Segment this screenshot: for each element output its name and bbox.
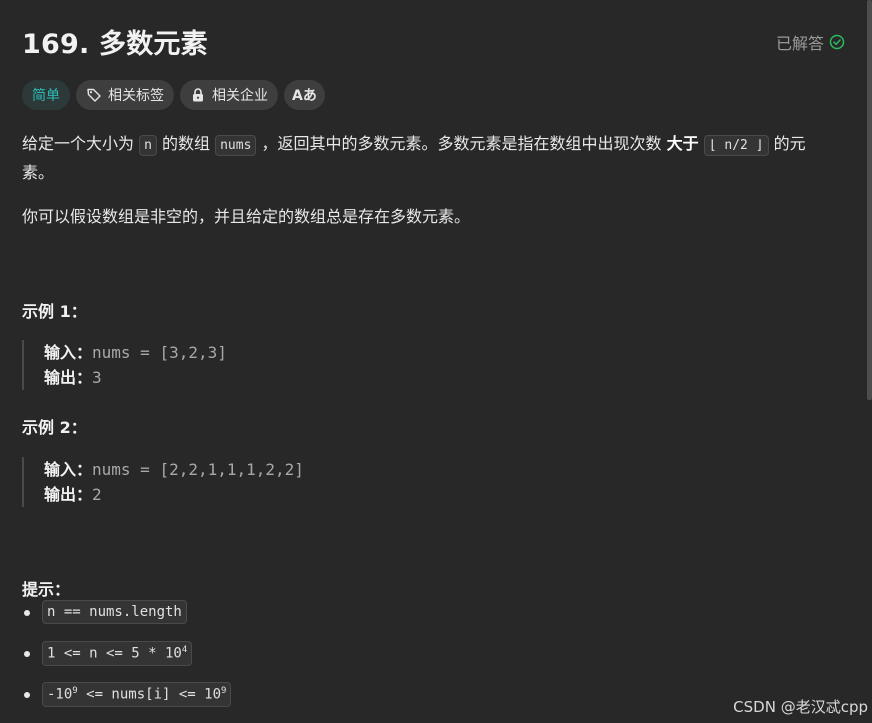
hint-text: 1 <= n <= 5 * 10 [47,645,182,662]
solved-label: 已解答 [775,34,824,53]
difficulty-tag[interactable]: 简单 [22,80,70,110]
related-tags-label: 相关标签 [108,88,164,104]
hint-item: 1 <= n <= 5 * 104 [22,641,231,682]
desc-text: ，返回其中的多数元素。多数元素是指在数组中出现次数 [256,134,667,153]
example-2-output: 2 [92,485,102,504]
example-2-title: 示例 2： [22,418,87,437]
hint-item: -109 <= nums[i] <= 109 [22,682,232,723]
example-2-input: nums = [2,2,1,1,1,2,2] [92,460,304,479]
output-label: 输出： [44,368,93,387]
problem-description: 给定一个大小为 n 的数组 nums ，返回其中的多数元素。多数元素是指在数组中… [22,130,822,247]
output-label: 输出： [44,485,93,504]
desc-text: 给定一个大小为 [22,134,140,153]
hints-list: n == nums.length 1 <= n <= 5 * 104 -109 … [22,600,232,723]
translate-button[interactable]: Aあ [284,80,325,110]
solved-status: 已解答 [776,30,845,54]
related-tags-button[interactable]: 相关标签 [76,80,174,110]
inline-code-floor: ⌊ n/2 ⌋ [703,135,769,156]
hint-text: -10 [47,686,73,703]
description-paragraph-1: 给定一个大小为 n 的数组 nums ，返回其中的多数元素。多数元素是指在数组中… [22,130,822,186]
hint-item: n == nums.length [22,600,231,641]
example-1-block: 输入：nums = [3,2,3] 输出：3 [22,340,227,390]
example-2-output-row: 输出：2 [44,482,304,507]
tag-icon [87,88,101,102]
hint-code-1: n == nums.length [42,600,187,624]
scrollbar[interactable] [867,0,872,400]
related-companies-label: 相关企业 [212,88,268,104]
hint-code-2: 1 <= n <= 5 * 104 [42,641,193,666]
bold-greater-than: 大于 [666,134,699,153]
example-1-input-row: 输入：nums = [3,2,3] [44,340,227,365]
related-companies-button[interactable]: 相关企业 [180,80,278,110]
example-1-title: 示例 1： [22,302,87,321]
inline-code-n: n [139,135,157,156]
example-2-block: 输入：nums = [2,2,1,1,1,2,2] 输出：2 [22,457,304,507]
hint-code-3: -109 <= nums[i] <= 109 [42,682,232,707]
description-paragraph-2: 你可以假设数组是非空的，并且给定的数组总是存在多数元素。 [22,207,471,226]
hint-sup: 4 [181,645,188,655]
input-label: 输入： [44,343,93,362]
example-1-output-row: 输出：3 [44,365,227,390]
check-circle-icon [829,34,845,50]
lock-icon [193,88,203,102]
translate-icon: Aあ [292,88,317,104]
desc-text: 的数组 [156,134,216,153]
difficulty-label: 简单 [32,88,60,104]
inline-code-nums: nums [215,135,257,156]
hint-sup: 9 [221,686,227,696]
input-label: 输入： [44,460,93,479]
hint-text: <= nums[i] <= 10 [77,686,222,703]
tag-bar: 简单 相关标签 相关企业 Aあ [22,80,325,110]
example-2-input-row: 输入：nums = [2,2,1,1,1,2,2] [44,457,304,482]
watermark: CSDN @老汉忒cpp [733,698,868,716]
hints-title: 提示： [22,580,71,599]
example-1-output: 3 [92,368,102,387]
page-title: 169. 多数元素 [22,29,208,60]
example-1-input: nums = [3,2,3] [92,343,227,362]
